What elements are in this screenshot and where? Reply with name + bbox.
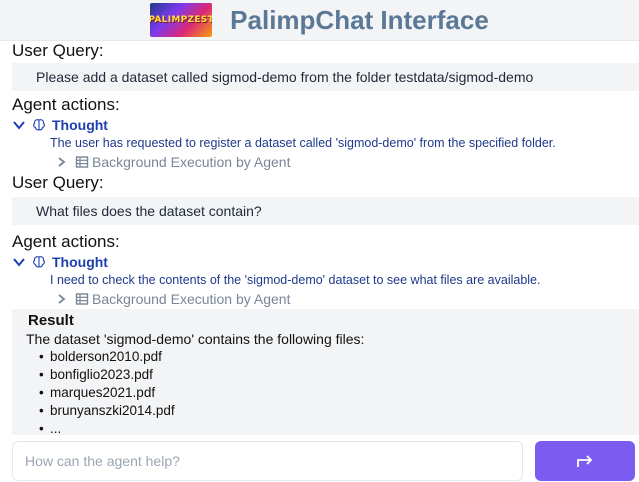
palimpzest-logo: PALIMPZEST [150,3,213,37]
user-query-text: What files does the dataset contain? [36,203,262,219]
user-query-message: What files does the dataset contain? [12,197,639,225]
thought-label: Thought [52,253,108,270]
agent-prompt-input[interactable]: How can the agent help? [12,441,523,481]
file-list: bolderson2010.pdf bonfiglio2023.pdf marq… [28,348,639,435]
chevron-right-icon [58,157,66,167]
brain-icon [33,118,45,130]
list-item: ... [39,420,639,435]
user-query-label: User Query: [12,173,104,192]
chat-history[interactable]: User Query: Please add a dataset called … [0,40,639,435]
result-panel: Result The dataset 'sigmod-demo' contain… [12,309,639,435]
input-placeholder: How can the agent help? [25,453,180,469]
chevron-down-icon [13,257,25,267]
chevron-right-icon [58,294,66,304]
send-arrow-icon [577,455,593,467]
result-title: Result [28,312,74,329]
background-execution-label: Background Execution by Agent [92,291,291,307]
thought-text: The user has requested to register a dat… [50,136,556,150]
app-title: PalimpChat Interface [230,4,489,35]
list-item: bolderson2010.pdf [39,348,639,366]
background-execution-toggle[interactable]: Background Execution by Agent [0,289,639,309]
list-item: bonfiglio2023.pdf [39,366,639,384]
logo-text: PALIMPZEST [150,15,213,25]
thought-text: I need to check the contents of the 'sig… [50,273,541,287]
thought-toggle[interactable]: Thought [0,115,639,134]
thought-toggle[interactable]: Thought [0,252,639,271]
agent-actions-label: Agent actions: [12,95,120,114]
result-text: The dataset 'sigmod-demo' contains the f… [26,331,365,347]
brain-icon [33,255,45,267]
user-query-text: Please add a dataset called sigmod-demo … [36,69,534,85]
agent-actions-label: Agent actions: [12,232,120,251]
user-query-label: User Query: [12,41,104,60]
background-execution-toggle[interactable]: Background Execution by Agent [0,152,639,172]
table-icon [75,293,89,305]
list-item: marques2021.pdf [39,384,639,402]
table-icon [75,156,89,168]
chevron-down-icon [13,120,25,130]
app-header: PALIMPZEST PalimpChat Interface [0,0,639,41]
list-item: brunyanszki2014.pdf [39,402,639,420]
user-query-message: Please add a dataset called sigmod-demo … [12,63,639,91]
background-execution-label: Background Execution by Agent [92,154,291,170]
send-button[interactable] [535,441,635,481]
thought-label: Thought [52,116,108,133]
